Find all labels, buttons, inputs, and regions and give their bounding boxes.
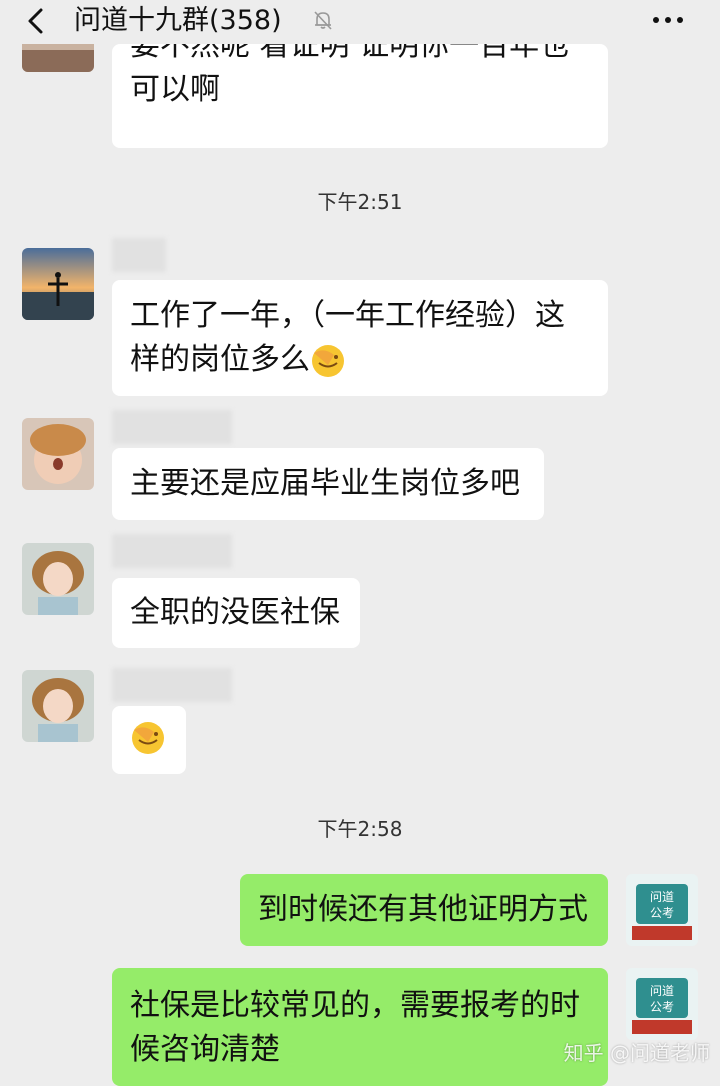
message-bubble[interactable] bbox=[112, 706, 186, 774]
message-bubble[interactable]: 社保是比较常见的，需要报考的时 候咨询清楚 bbox=[112, 968, 608, 1086]
message-bubble[interactable]: 工作了一年，（一年工作经验）这 样的岗位多么 bbox=[112, 280, 608, 396]
avatar[interactable] bbox=[22, 248, 94, 320]
message-line: 样的岗位多么 bbox=[130, 338, 590, 382]
avatar-text: 公考 bbox=[650, 906, 674, 920]
message-bubble[interactable]: 要不然呢 看证明 证明你一百年也 可以啊 bbox=[112, 28, 608, 148]
sender-name bbox=[112, 410, 232, 444]
message-text: 可以啊 bbox=[130, 72, 220, 107]
avatar[interactable]: 问道 公考 bbox=[626, 968, 698, 1040]
timestamp: 下午2:51 bbox=[317, 190, 403, 214]
message-text: 主要还是应届毕业生岗位多吧 bbox=[130, 466, 520, 501]
message-bubble[interactable]: 主要还是应届毕业生岗位多吧 bbox=[112, 448, 544, 520]
facepalm-emoji-icon bbox=[312, 344, 344, 377]
message-text: 社保是比较常见的，需要报考的时 bbox=[130, 988, 580, 1023]
avatar-text: 公考 bbox=[650, 1000, 674, 1014]
sender-name bbox=[112, 238, 166, 272]
avatar[interactable] bbox=[22, 670, 94, 742]
bell-muted-icon bbox=[314, 11, 332, 30]
chat-header: 问道十九群(358) bbox=[0, 0, 720, 44]
avatar-text: 问道 bbox=[650, 890, 674, 904]
chevron-left-icon[interactable] bbox=[22, 6, 52, 36]
sender-name bbox=[112, 534, 232, 568]
message-bubble[interactable]: 到时候还有其他证明方式 bbox=[240, 874, 608, 946]
avatar[interactable] bbox=[22, 418, 94, 490]
message-text: 候咨询清楚 bbox=[130, 1032, 280, 1067]
message-text: 到时候还有其他证明方式 bbox=[258, 892, 588, 927]
avatar[interactable] bbox=[22, 543, 94, 615]
message-text: 样的岗位多么 bbox=[130, 342, 310, 377]
avatar-text: 问道 bbox=[650, 984, 674, 998]
more-dots-icon[interactable] bbox=[648, 12, 688, 28]
facepalm-emoji-icon bbox=[132, 722, 164, 754]
sender-name bbox=[112, 668, 232, 702]
watermark: 知乎 @问道老师 bbox=[563, 1041, 710, 1065]
message-text: 全职的没医社保 bbox=[130, 595, 340, 630]
chat-title: 问道十九群(358) bbox=[74, 5, 282, 36]
message-text: 工作了一年，（一年工作经验）这 bbox=[130, 298, 565, 333]
message-bubble[interactable]: 全职的没医社保 bbox=[112, 578, 360, 648]
avatar[interactable]: 问道 公考 bbox=[626, 874, 698, 946]
timestamp: 下午2:58 bbox=[317, 817, 403, 841]
